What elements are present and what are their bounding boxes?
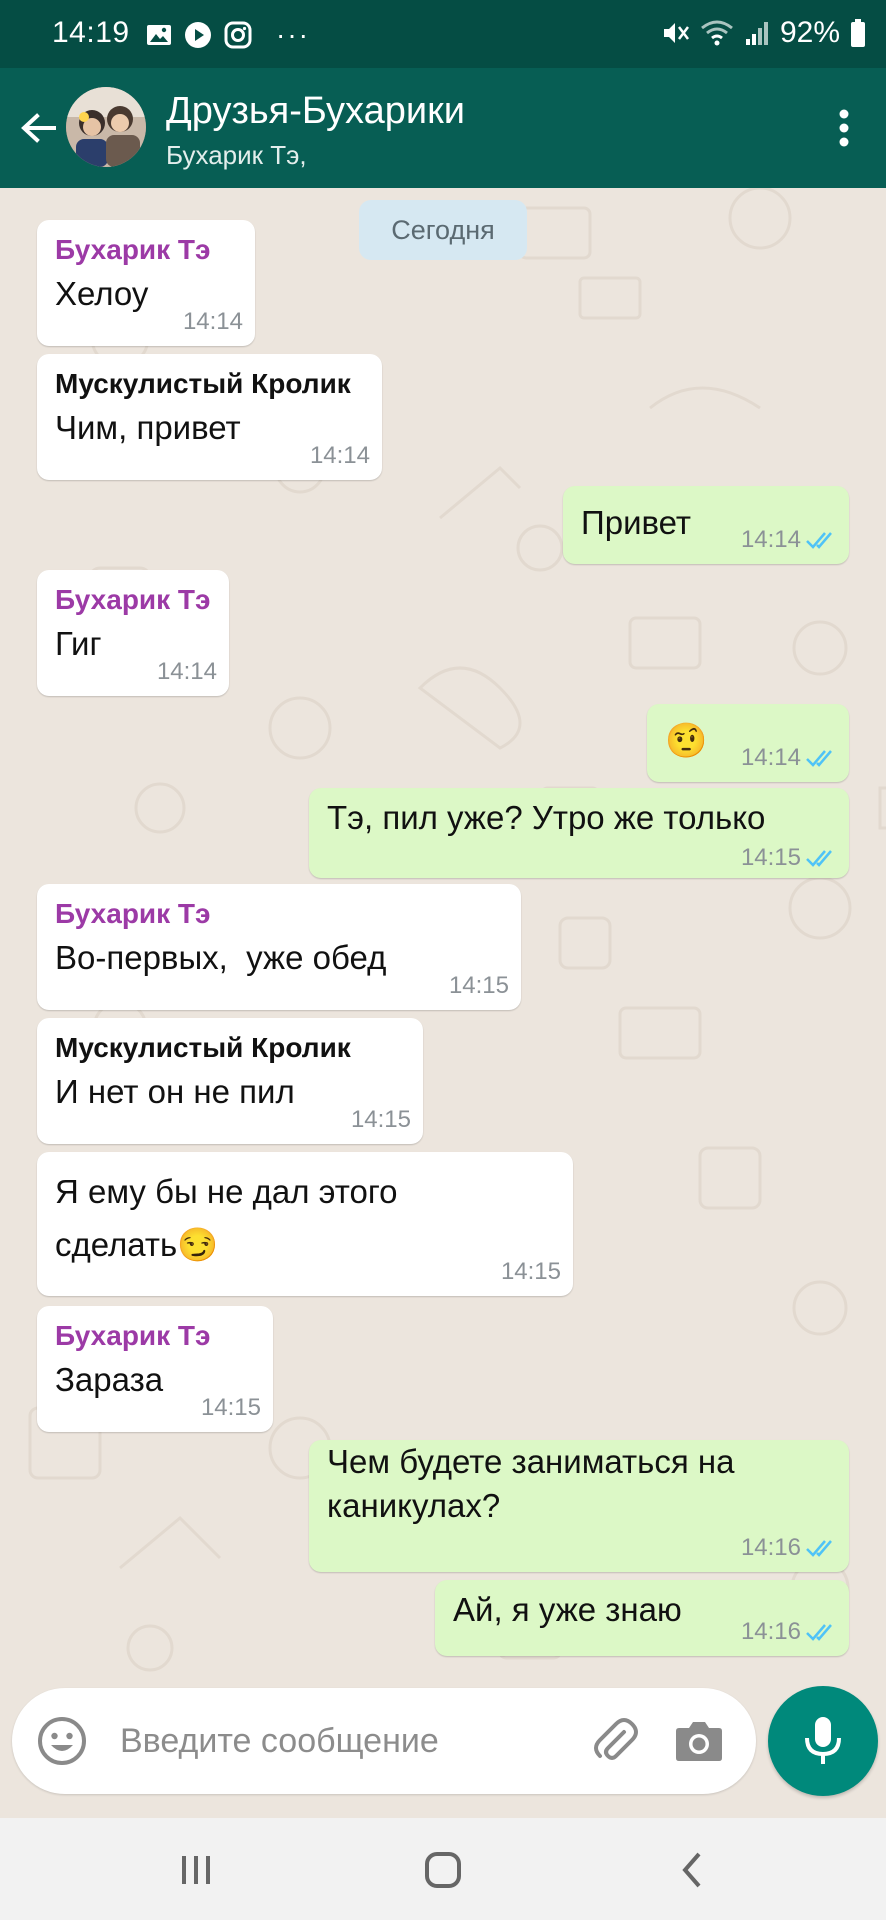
system-navigation-bar — [0, 1818, 886, 1920]
message-bubble-out[interactable]: Тэ, пил уже? Утро же только 14:15 — [309, 788, 849, 878]
message-bubble-out[interactable]: 🤨 14:14 — [647, 704, 849, 782]
arrow-left-icon — [21, 113, 56, 143]
microphone-button[interactable] — [768, 1686, 878, 1796]
mic-icon — [805, 1717, 841, 1764]
message-text: И нет он не пил — [55, 1073, 295, 1110]
mute-icon — [663, 23, 689, 43]
chat-subtitle[interactable]: Бухарик Тэ, — [166, 140, 307, 171]
read-receipt-icon — [806, 532, 832, 549]
message-text: Зараза — [55, 1361, 164, 1398]
composer — [0, 1684, 886, 1818]
signal-icon — [745, 22, 768, 45]
message-text: Чем будете заниматься на — [327, 1443, 735, 1480]
message-text: Чим, привет — [55, 409, 241, 446]
message-sender[interactable]: Мускулистый Кролик — [55, 1032, 351, 1064]
message-bubble-in[interactable]: Я ему бы не дал этого сделать😏 14:15 — [37, 1152, 573, 1296]
message-time: 14:16 — [740, 1618, 801, 1645]
chat-title[interactable]: Друзья-Бухарики — [166, 90, 465, 133]
message-sender[interactable]: Бухарик Тэ — [55, 584, 211, 616]
message-text: Хелоу — [55, 275, 149, 312]
message-list[interactable]: Сегодня Бухарик Тэ Хелоу 14:14 Мускулист… — [0, 188, 886, 1684]
read-receipt-icon — [806, 750, 832, 767]
message-bubble-in[interactable]: Мускулистый Кролик И нет он не пил 14:15 — [37, 1018, 423, 1144]
message-bubble-in[interactable]: Бухарик Тэ Зараза 14:15 — [37, 1306, 273, 1432]
battery-icon — [851, 19, 865, 47]
message-time: 14:14 — [740, 744, 801, 771]
message-text: каникулах? — [327, 1487, 501, 1524]
battery-level: 92% — [779, 16, 840, 49]
status-bar: 14:19 ··· 92% — [0, 0, 886, 68]
read-receipt-icon — [806, 1540, 832, 1557]
avatar-image — [66, 87, 146, 167]
message-time: 14:15 — [740, 844, 801, 871]
chevron-left-icon — [682, 1852, 701, 1888]
message-time: 14:14 — [156, 658, 217, 685]
message-bubble-out[interactable]: Ай, я уже знаю 14:16 — [435, 1580, 849, 1656]
message-bubble-out[interactable]: Чем будете заниматься на каникулах? 14:1… — [309, 1440, 849, 1572]
message-time: 14:14 — [182, 308, 243, 335]
read-receipt-icon — [806, 850, 832, 867]
message-sender[interactable]: Бухарик Тэ — [55, 898, 211, 930]
message-time: 14:14 — [309, 442, 370, 469]
play-icon — [185, 22, 211, 48]
more-options-button[interactable] — [820, 104, 868, 152]
message-bubble-in[interactable]: Бухарик Тэ Во-первых, уже обед 14:15 — [37, 884, 521, 1010]
home-icon — [425, 1852, 461, 1888]
message-text: сделать😏 — [55, 1226, 219, 1263]
back-nav-button[interactable] — [662, 1848, 722, 1892]
message-time: 14:15 — [200, 1394, 261, 1421]
message-sender[interactable]: Мускулистый Кролик — [55, 368, 351, 400]
message-text: Привет — [581, 504, 692, 541]
message-time: 14:15 — [350, 1106, 411, 1133]
gallery-icon — [147, 25, 171, 45]
message-sender[interactable]: Бухарик Тэ — [55, 234, 211, 266]
message-text: Гиг — [55, 625, 102, 662]
more-vert-icon — [839, 109, 849, 147]
message-bubble-in[interactable]: Бухарик Тэ Гиг 14:14 — [37, 570, 229, 696]
recent-apps-button[interactable] — [166, 1848, 226, 1892]
home-button[interactable] — [413, 1848, 473, 1892]
message-text: Я ему бы не дал этого — [55, 1173, 398, 1210]
read-receipt-icon — [806, 1624, 832, 1641]
message-sender[interactable]: Бухарик Тэ — [55, 1320, 211, 1352]
emoji-icon[interactable] — [36, 1715, 88, 1767]
message-time: 14:15 — [448, 972, 509, 999]
back-button[interactable] — [10, 100, 66, 156]
message-input[interactable] — [120, 1716, 580, 1766]
message-bubble-in[interactable]: Мускулистый Кролик Чим, привет 14:14 — [37, 354, 382, 480]
paperclip-icon[interactable] — [588, 1714, 642, 1768]
instagram-icon — [224, 21, 252, 49]
group-avatar[interactable] — [66, 87, 146, 167]
more-notifications: ··· — [276, 19, 310, 50]
message-time: 14:15 — [500, 1258, 561, 1285]
message-text: Тэ, пил уже? Утро же только — [327, 799, 766, 836]
message-bubble-in[interactable]: Бухарик Тэ Хелоу 14:14 — [37, 220, 255, 346]
system-icons: 92% — [660, 16, 866, 50]
message-input-container — [12, 1688, 756, 1794]
message-text: Ай, я уже знаю — [453, 1591, 682, 1628]
message-text: Во-первых, уже обед — [55, 939, 387, 976]
notification-icons: ··· — [146, 19, 310, 51]
wifi-icon — [701, 20, 733, 46]
message-bubble-out[interactable]: Привет 14:14 — [563, 486, 849, 564]
camera-icon[interactable] — [674, 1716, 724, 1766]
message-time: 14:14 — [740, 526, 801, 553]
message-emoji: 🤨 — [665, 722, 708, 760]
recent-apps-icon — [182, 1856, 210, 1884]
status-time: 14:19 — [52, 16, 130, 49]
date-divider: Сегодня — [359, 200, 527, 260]
chat-header: Друзья-Бухарики Бухарик Тэ, — [0, 68, 886, 188]
message-time: 14:16 — [740, 1534, 801, 1561]
